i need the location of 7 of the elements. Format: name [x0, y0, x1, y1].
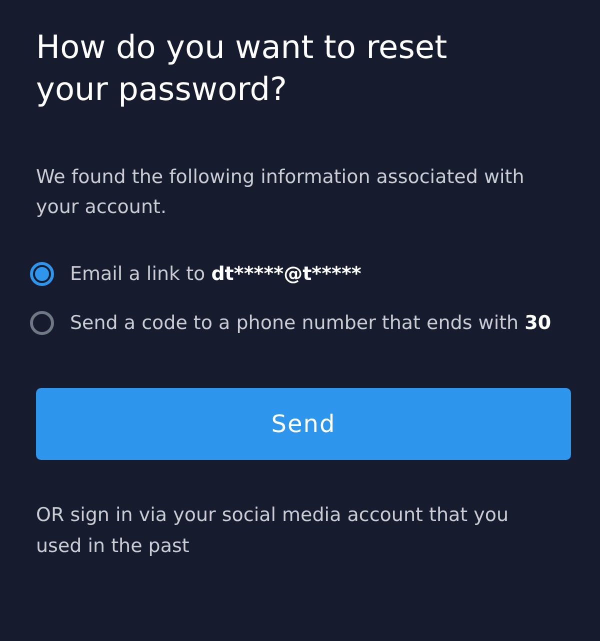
page-title: How do you want to reset your password? [36, 27, 448, 110]
option-label[interactable]: Email a link to dt*****@t***** [70, 263, 362, 285]
option-label[interactable]: Send a code to a phone number that ends with 30 [70, 312, 552, 334]
radio-button[interactable] [30, 311, 54, 335]
social-sign-in-text: OR sign in via your social media account that you used in the past [36, 503, 510, 559]
intro-text: We found the following information associated with your account. [36, 165, 526, 220]
radio-button[interactable] [30, 262, 54, 286]
